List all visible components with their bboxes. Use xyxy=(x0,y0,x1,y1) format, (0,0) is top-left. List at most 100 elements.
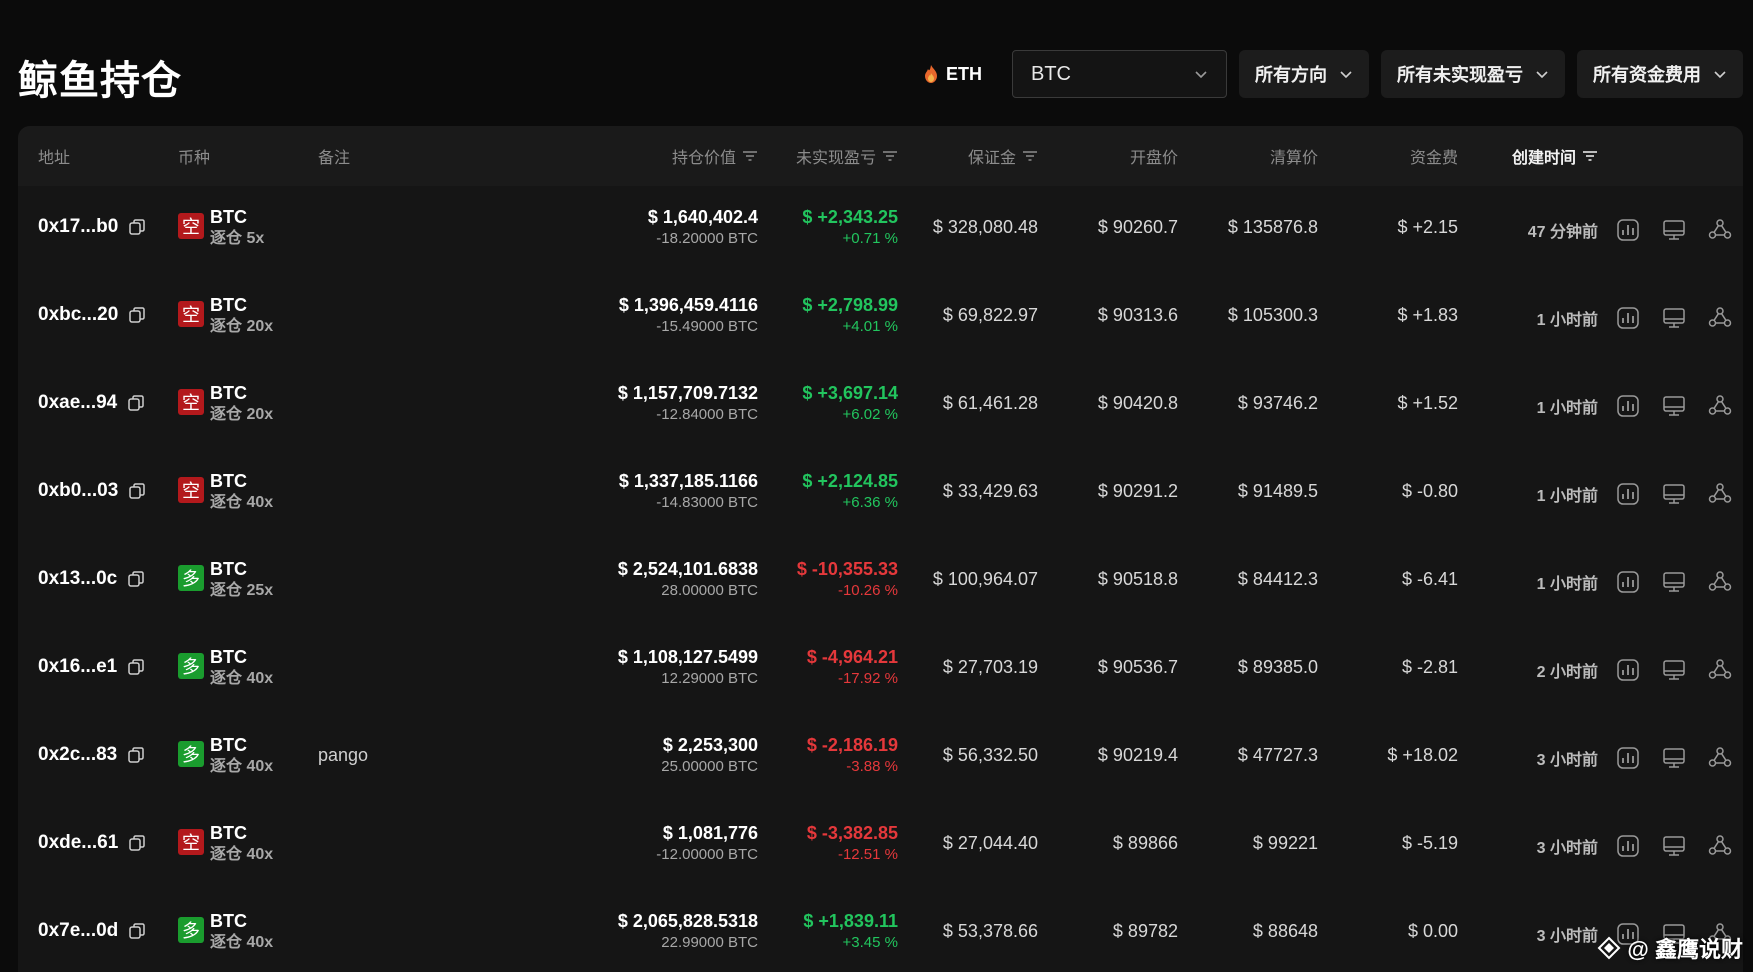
direction-filter-label: 所有方向 xyxy=(1255,65,1327,85)
coin-cell: 多 BTC 逐仓 40x xyxy=(178,734,273,778)
address-cell[interactable]: 0xae...94 xyxy=(38,392,145,414)
created-time: 3 小时前 xyxy=(1536,928,1598,945)
table-row[interactable]: 0x16...e1 多 BTC 逐仓 40x $ 1,108,127.5499 … xyxy=(18,626,1743,714)
coin-cell: 空 BTC 逐仓 40x xyxy=(178,470,273,514)
direction-filter[interactable]: 所有方向 xyxy=(1239,50,1369,98)
copy-icon[interactable] xyxy=(128,482,146,500)
share-network-icon[interactable] xyxy=(1707,481,1733,507)
coin-select[interactable]: BTC xyxy=(1012,50,1227,98)
watermark: @ 鑫鹰说财 xyxy=(1597,932,1743,964)
created-time: 1 小时前 xyxy=(1536,400,1598,417)
table-row[interactable]: 0xb0...03 空 BTC 逐仓 40x $ 1,337,185.1166 … xyxy=(18,450,1743,538)
address-text[interactable]: 0xde...61 xyxy=(38,832,118,854)
coin-symbol: BTC xyxy=(210,911,247,931)
table-row[interactable]: 0x17...b0 空 BTC 逐仓 5x $ 1,640,402.4 -18.… xyxy=(18,186,1743,274)
chart-icon[interactable] xyxy=(1615,217,1641,243)
address-text[interactable]: 0x13...0c xyxy=(38,568,117,590)
created-time: 1 小时前 xyxy=(1536,488,1598,505)
table-row[interactable]: 0x13...0c 多 BTC 逐仓 25x $ 2,524,101.6838 … xyxy=(18,538,1743,626)
table-row[interactable]: 0xde...61 空 BTC 逐仓 40x $ 1,081,776 -12.0… xyxy=(18,802,1743,890)
monitor-icon[interactable] xyxy=(1661,481,1687,507)
copy-icon[interactable] xyxy=(128,306,146,324)
created-time: 1 小时前 xyxy=(1536,312,1598,329)
coin-symbol: BTC xyxy=(210,735,247,755)
address-text[interactable]: 0x16...e1 xyxy=(38,656,117,678)
copy-icon[interactable] xyxy=(128,834,146,852)
filter-toolbar: ETH BTC 所有方向 所有未实现盈亏 所有资金费用 xyxy=(906,50,1743,98)
coin-cell: 空 BTC 逐仓 5x xyxy=(178,206,264,250)
header-created-time[interactable]: 创建时间 xyxy=(1418,126,1598,186)
pnl-filter[interactable]: 所有未实现盈亏 xyxy=(1381,50,1565,98)
header-address-label: 地址 xyxy=(38,150,71,167)
copy-icon[interactable] xyxy=(127,570,145,588)
copy-icon[interactable] xyxy=(128,922,146,940)
address-cell[interactable]: 0xde...61 xyxy=(38,832,146,854)
monitor-icon[interactable] xyxy=(1661,833,1687,859)
coin-cell: 多 BTC 逐仓 40x xyxy=(178,646,273,690)
chart-icon[interactable] xyxy=(1615,745,1641,771)
share-network-icon[interactable] xyxy=(1707,833,1733,859)
table-row[interactable]: 0xae...94 空 BTC 逐仓 20x $ 1,157,709.7132 … xyxy=(18,362,1743,450)
share-network-icon[interactable] xyxy=(1707,305,1733,331)
chart-icon[interactable] xyxy=(1615,657,1641,683)
copy-icon[interactable] xyxy=(127,658,145,676)
address-cell[interactable]: 0xbc...20 xyxy=(38,304,146,326)
coin-cell: 多 BTC 逐仓 40x xyxy=(178,910,273,954)
address-cell[interactable]: 0x2c...83 xyxy=(38,744,145,766)
sort-icon xyxy=(1583,151,1597,161)
monitor-icon[interactable] xyxy=(1661,305,1687,331)
address-cell[interactable]: 0x16...e1 xyxy=(38,656,145,678)
copy-icon[interactable] xyxy=(128,218,146,236)
coin-cell: 空 BTC 逐仓 20x xyxy=(178,382,273,426)
side-badge: 多 xyxy=(178,917,204,943)
address-cell[interactable]: 0x17...b0 xyxy=(38,216,146,238)
eth-label: ETH xyxy=(946,63,982,84)
created-time: 3 小时前 xyxy=(1536,752,1598,769)
coin-symbol: BTC xyxy=(210,383,247,403)
address-cell[interactable]: 0x7e...0d xyxy=(38,920,146,942)
monitor-icon[interactable] xyxy=(1661,393,1687,419)
leverage-text: 逐仓 40x xyxy=(210,494,274,511)
coin-symbol: BTC xyxy=(210,559,247,579)
funding-filter[interactable]: 所有资金费用 xyxy=(1577,50,1743,98)
coin-symbol: BTC xyxy=(210,295,247,315)
chart-icon[interactable] xyxy=(1615,569,1641,595)
share-network-icon[interactable] xyxy=(1707,657,1733,683)
coin-cell: 空 BTC 逐仓 20x xyxy=(178,294,273,338)
side-badge: 空 xyxy=(178,477,204,503)
monitor-icon[interactable] xyxy=(1661,217,1687,243)
coin-symbol: BTC xyxy=(210,207,247,227)
coin-cell: 空 BTC 逐仓 40x xyxy=(178,822,273,866)
chart-icon[interactable] xyxy=(1615,481,1641,507)
copy-icon[interactable] xyxy=(127,394,145,412)
coin-symbol: BTC xyxy=(210,471,247,491)
monitor-icon[interactable] xyxy=(1661,745,1687,771)
table-row[interactable]: 0x2c...83 多 BTC 逐仓 40x pango $ 2,253,300… xyxy=(18,714,1743,802)
share-network-icon[interactable] xyxy=(1707,217,1733,243)
address-cell[interactable]: 0x13...0c xyxy=(38,568,145,590)
address-cell[interactable]: 0xb0...03 xyxy=(38,480,146,502)
table-row[interactable]: 0x7e...0d 多 BTC 逐仓 40x $ 2,065,828.5318 … xyxy=(18,890,1743,972)
chart-icon[interactable] xyxy=(1615,305,1641,331)
share-network-icon[interactable] xyxy=(1707,745,1733,771)
side-badge: 多 xyxy=(178,741,204,767)
eth-toggle[interactable]: ETH xyxy=(906,50,1000,98)
leverage-text: 逐仓 20x xyxy=(210,318,274,335)
copy-icon[interactable] xyxy=(127,746,145,764)
flame-icon xyxy=(925,65,937,83)
address-text[interactable]: 0xb0...03 xyxy=(38,480,118,502)
address-text[interactable]: 0xae...94 xyxy=(38,392,117,414)
address-text[interactable]: 0x17...b0 xyxy=(38,216,118,238)
address-text[interactable]: 0x7e...0d xyxy=(38,920,118,942)
share-network-icon[interactable] xyxy=(1707,393,1733,419)
address-text[interactable]: 0x2c...83 xyxy=(38,744,117,766)
chart-icon[interactable] xyxy=(1615,393,1641,419)
side-badge: 空 xyxy=(178,301,204,327)
monitor-icon[interactable] xyxy=(1661,569,1687,595)
share-network-icon[interactable] xyxy=(1707,569,1733,595)
note-text: pango xyxy=(318,745,369,765)
address-text[interactable]: 0xbc...20 xyxy=(38,304,118,326)
monitor-icon[interactable] xyxy=(1661,657,1687,683)
table-row[interactable]: 0xbc...20 空 BTC 逐仓 20x $ 1,396,459.4116 … xyxy=(18,274,1743,362)
chart-icon[interactable] xyxy=(1615,833,1641,859)
